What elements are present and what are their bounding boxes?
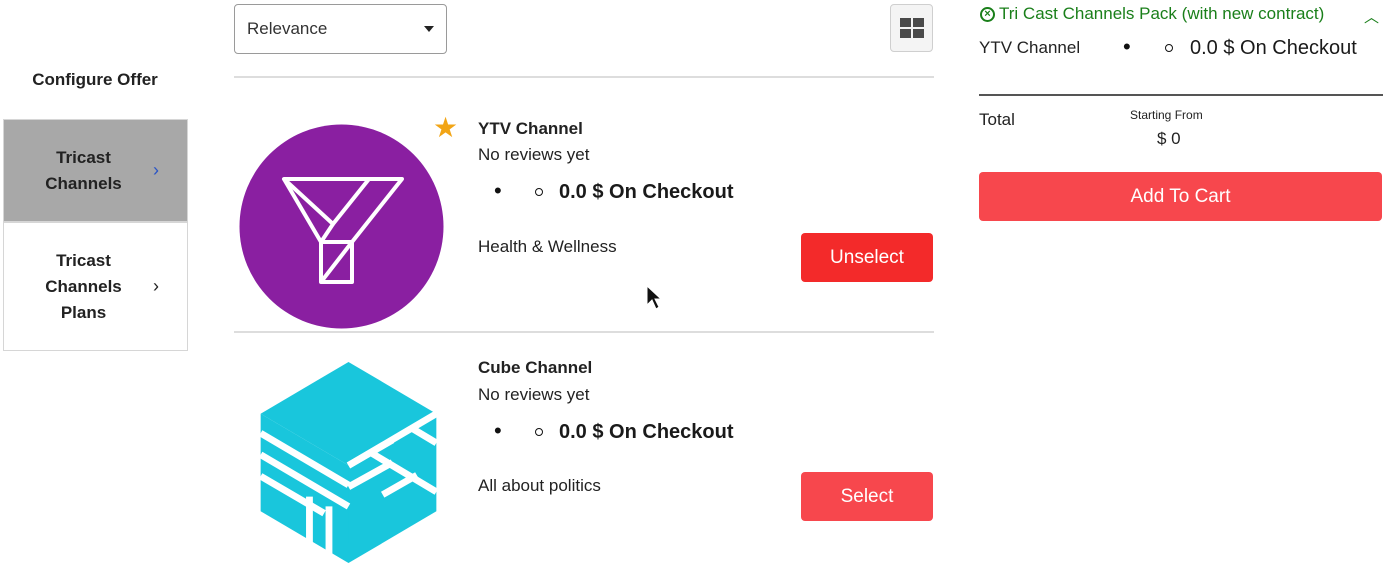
- bullet-circle: [1165, 44, 1173, 52]
- cube-channel-logo: [258, 361, 439, 564]
- divider: [234, 331, 934, 333]
- line-item-price: 0.0 $ On Checkout: [1190, 37, 1357, 59]
- total-label: Total: [979, 110, 1015, 129]
- featured-star-icon: ★: [433, 112, 459, 143]
- chevron-right-icon: ›: [153, 276, 159, 296]
- channel-reviews: No reviews yet: [478, 145, 590, 164]
- chevron-up-icon[interactable]: ︿: [1364, 6, 1379, 27]
- channel-price: 0.0 $ On Checkout: [559, 421, 734, 443]
- bullet-circle: [535, 428, 543, 436]
- add-to-cart-button[interactable]: Add To Cart: [979, 172, 1382, 221]
- pack-title-text: Tri Cast Channels Pack (with new contrac…: [999, 4, 1325, 23]
- grid-view-button[interactable]: [890, 4, 933, 52]
- unselect-button[interactable]: Unselect: [801, 233, 933, 282]
- channel-name: Cube Channel: [478, 358, 593, 377]
- bullet-dot: •: [1123, 34, 1131, 59]
- sidebar-item-tricast-channels-plans[interactable]: Tricast Channels Plans ›: [3, 222, 188, 351]
- bullet-dot: •: [494, 178, 502, 203]
- channel-description: All about politics: [478, 476, 601, 495]
- sidebar-item-label: Tricast Channels Plans: [45, 250, 122, 322]
- ytv-channel-logo: [239, 124, 444, 329]
- starting-from-label: Starting From: [1130, 108, 1203, 122]
- remove-circle-icon[interactable]: ×: [980, 6, 995, 22]
- channel-description: Health & Wellness: [478, 237, 617, 256]
- configure-offer-title: Configure Offer: [32, 70, 158, 89]
- divider: [234, 76, 934, 78]
- sidebar-item-label: Tricast Channels: [45, 147, 122, 193]
- line-item-name: YTV Channel: [979, 38, 1081, 57]
- channel-price: 0.0 $ On Checkout: [559, 181, 734, 203]
- grid-icon: [899, 18, 924, 38]
- divider: [979, 94, 1383, 96]
- chevron-right-icon: ›: [153, 160, 159, 180]
- sort-dropdown-value: Relevance: [247, 19, 328, 38]
- channel-reviews: No reviews yet: [478, 385, 590, 404]
- select-button[interactable]: Select: [801, 472, 933, 521]
- sidebar-item-tricast-channels[interactable]: Tricast Channels ›: [3, 119, 188, 222]
- sort-dropdown[interactable]: Relevance: [234, 4, 447, 54]
- caret-down-icon: [424, 26, 434, 32]
- bullet-circle: [535, 188, 543, 196]
- bullet-dot: •: [494, 418, 502, 443]
- channel-name: YTV Channel: [478, 119, 583, 138]
- mouse-cursor-icon: [646, 285, 662, 310]
- total-value: $ 0: [1157, 129, 1181, 148]
- pack-title[interactable]: × Tri Cast Channels Pack (with new contr…: [980, 4, 1324, 24]
